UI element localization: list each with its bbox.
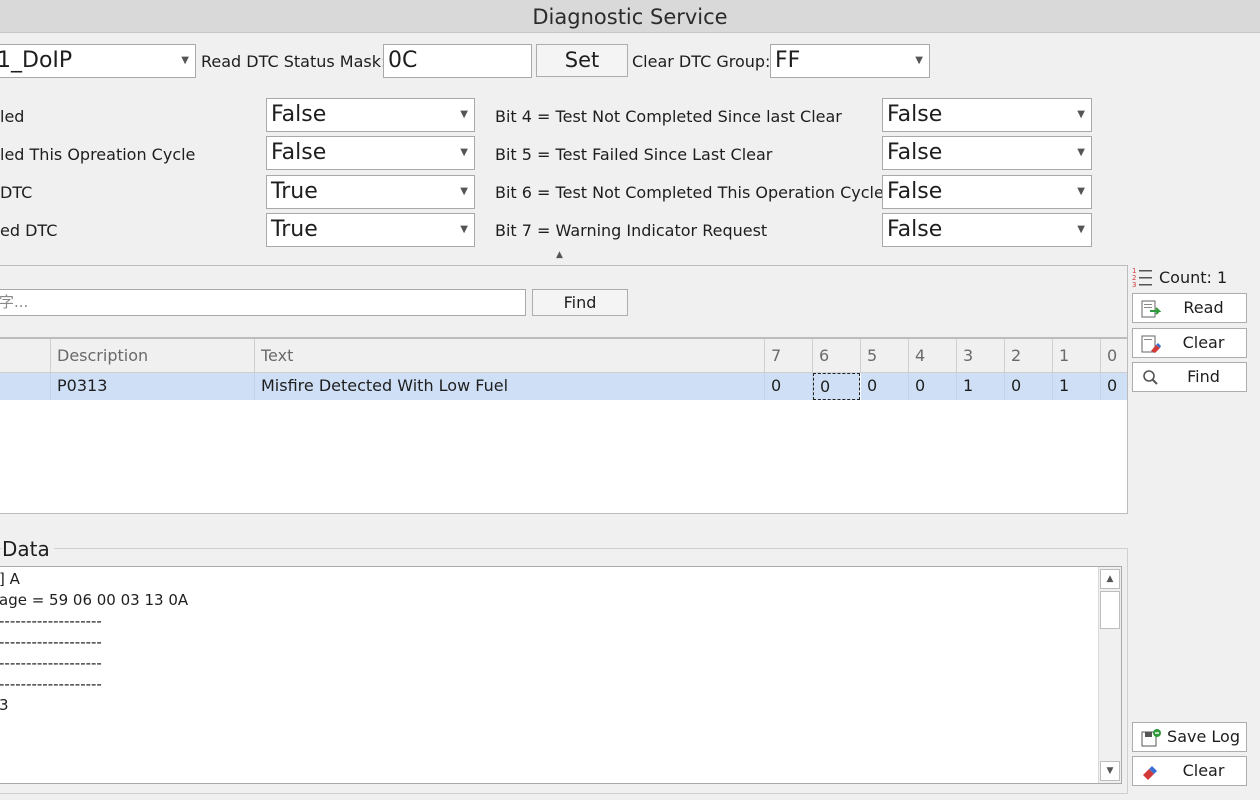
bit-4-value: False [887,102,943,127]
search-icon [1141,368,1161,386]
log-line: 3 [0,695,188,716]
save-log-icon [1141,728,1161,747]
bit-0-select[interactable]: False ▼ [266,98,475,132]
bit-2-label: DTC [0,183,33,202]
column-header-text[interactable]: Text [255,339,765,373]
scroll-up-icon[interactable]: ▲ [1100,569,1120,589]
log-line: ------------------- [0,675,102,693]
read-dtc-button[interactable]: Read DTC [1132,293,1247,345]
clear-log-button[interactable]: Clear [1132,756,1247,786]
dtc-table: Description Text 7 6 5 4 3 2 1 0 P0313 M… [0,338,1128,514]
chevron-down-icon: ▼ [915,55,923,66]
bit-2-value: True [271,179,318,204]
bit-5-label: Bit 5 = Test Failed Since Last Clear [495,145,773,164]
bit-1-select[interactable]: False ▼ [266,136,475,170]
log-line: ] A [0,570,20,588]
bit-6-value: False [887,179,943,204]
svg-text:3: 3 [1132,281,1136,288]
bit-4-select[interactable]: False ▼ [882,98,1092,132]
column-header-bit-4[interactable]: 4 [909,339,957,373]
window-title: Diagnostic Service [532,5,728,29]
bit-4-label: Bit 4 = Test Not Completed Since last Cl… [495,107,842,126]
bit-0-label: led [0,107,25,126]
status-mask-input[interactable]: 0C [383,44,532,78]
find-search-button[interactable]: Find [532,289,628,316]
save-log-label: Save Log [1167,727,1240,746]
clear-dtc-icon [1141,334,1161,353]
log-line: ------------------- [0,633,102,651]
bit-6-label: Bit 6 = Test Not Completed This Operatio… [495,183,884,202]
channel-value: 1_DoIP [0,48,73,73]
cell-bit-1[interactable]: 1 [1053,373,1101,400]
scroll-down-icon[interactable]: ▼ [1100,761,1120,781]
log-line: age = 59 06 00 03 13 0A [0,591,189,609]
collapse-up-icon[interactable]: ▲ [556,250,563,260]
chevron-down-icon: ▼ [1077,224,1085,235]
chevron-down-icon: ▼ [1077,147,1085,158]
column-header-bit-1[interactable]: 1 [1053,339,1101,373]
find-button[interactable]: Find [1132,362,1247,392]
bit-7-value: False [887,217,943,242]
scroll-thumb[interactable] [1100,591,1120,629]
bit-7-label: Bit 7 = Warning Indicator Request [495,221,768,240]
bit-1-value: False [271,140,327,165]
chevron-down-icon: ▼ [460,186,468,197]
cell-text[interactable]: Misfire Detected With Low Fuel [255,373,765,400]
bit-2-select[interactable]: True ▼ [266,175,475,209]
bit-3-label: ed DTC [0,221,58,240]
read-dtc-icon [1141,299,1162,318]
column-header-indicator[interactable] [0,339,51,373]
chevron-down-icon: ▼ [181,55,189,66]
column-header-bit-5[interactable]: 5 [861,339,909,373]
column-header-description[interactable]: Description [51,339,255,373]
column-header-bit-7[interactable]: 7 [765,339,813,373]
cell-bit-0[interactable]: 0 [1101,373,1127,400]
column-header-bit-0[interactable]: 0 [1101,339,1127,373]
clear-group-value: FF [775,48,801,73]
eraser-icon [1141,762,1161,780]
bit-7-select[interactable]: False ▼ [882,213,1092,247]
bit-3-select[interactable]: True ▼ [266,213,475,247]
chevron-down-icon: ▼ [460,224,468,235]
save-log-button[interactable]: Save Log [1132,722,1247,752]
column-header-bit-3[interactable]: 3 [957,339,1005,373]
log-line: ------------------- [0,654,102,672]
numbered-list-icon: 1 2 3 [1132,266,1154,289]
cell-bit-5[interactable]: 0 [861,373,909,400]
clear-label: Clear [1182,761,1225,780]
column-header-bit-2[interactable]: 2 [1005,339,1053,373]
cell-bit-2[interactable]: 0 [1005,373,1053,400]
bit-5-value: False [887,140,943,165]
bit-3-value: True [271,217,318,242]
data-section-title: Data [2,537,54,561]
cell-bit-7[interactable]: 0 [765,373,813,400]
search-input[interactable]: 字... [0,289,526,316]
cell-bit-3[interactable]: 1 [957,373,1005,400]
log-scrollbar[interactable]: ▲ ▼ [1098,567,1121,783]
chevron-down-icon: ▼ [460,109,468,120]
chevron-down-icon: ▼ [1077,186,1085,197]
bit-6-select[interactable]: False ▼ [882,175,1092,209]
column-header-bit-6[interactable]: 6 [813,339,861,373]
cell-bit-6[interactable]: 0 [813,373,860,400]
clear-group-select[interactable]: FF ▼ [770,44,930,78]
bit-5-select[interactable]: False ▼ [882,136,1092,170]
status-mask-label: Read DTC Status Mask: [201,52,387,71]
clear-dtc-button[interactable]: Clear DTC [1132,328,1247,380]
channel-select[interactable]: 1_DoIP ▼ [0,44,196,78]
bit-1-label: led This Opreation Cycle [0,145,196,164]
log-line: ------------------- [0,612,102,630]
set-button[interactable]: Set [536,44,628,77]
count-label: Count: 1 [1159,268,1228,287]
bit-0-value: False [271,102,327,127]
row-indicator [0,373,51,400]
clear-group-label: Clear DTC Group: [632,52,771,71]
cell-description[interactable]: P0313 [51,373,255,400]
cell-bit-4[interactable]: 0 [909,373,957,400]
find-label: Find [1187,367,1220,386]
log-output[interactable]: ] A age = 59 06 00 03 13 0A ------------… [0,566,1122,784]
chevron-down-icon: ▼ [460,147,468,158]
chevron-down-icon: ▼ [1077,109,1085,120]
